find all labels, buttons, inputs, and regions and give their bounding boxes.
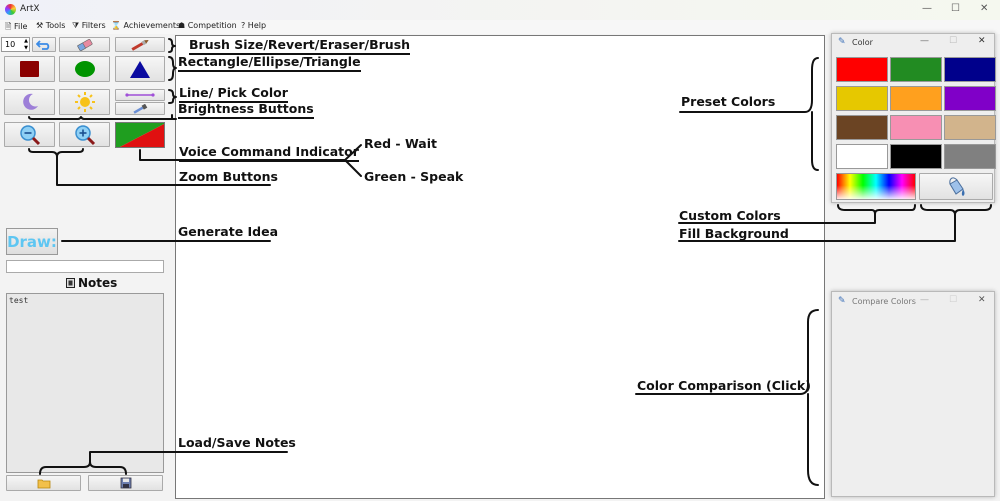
annotation-custom-colors: Custom Colors: [679, 208, 781, 223]
annotation-lines: [28, 38, 992, 486]
annotation-color-comparison: Color Comparison (Click): [637, 378, 811, 393]
annotation-red-wait: Red - Wait: [364, 136, 437, 151]
annotation-load-save: Load/Save Notes: [178, 435, 296, 450]
annotation-brightness: Brightness Buttons: [178, 102, 314, 119]
annotation-shapes: Rectangle/Ellipse/Triangle: [178, 55, 361, 72]
annotation-brush-tools: Brush Size/Revert/Eraser/Brush: [189, 38, 411, 55]
annotation-green-speak: Green - Speak: [364, 169, 464, 184]
annotation-zoom: Zoom Buttons: [179, 169, 278, 184]
annotation-generate-idea: Generate Idea: [178, 224, 279, 239]
annotation-preset-colors: Preset Colors: [681, 94, 776, 109]
annotation-fill-background: Fill Background: [679, 226, 789, 241]
annotation-voice: Voice Command Indicator: [179, 145, 359, 162]
